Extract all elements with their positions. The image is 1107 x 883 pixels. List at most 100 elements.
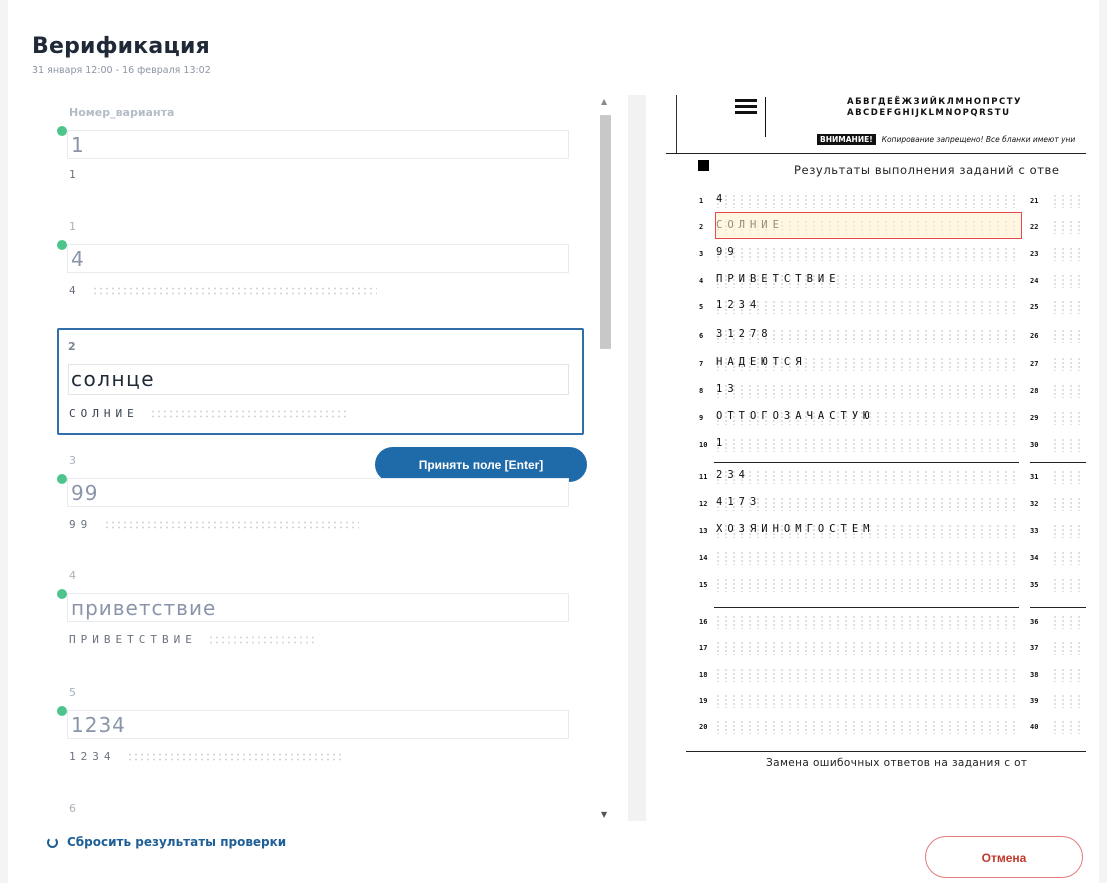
- field-label: 2: [68, 340, 76, 353]
- answer-cells: [1051, 194, 1086, 208]
- row-number: 13: [699, 527, 708, 535]
- answer-cells: [714, 668, 1019, 682]
- row-number: 21: [1030, 197, 1039, 205]
- row-number: 38: [1030, 671, 1039, 679]
- divider: [1030, 607, 1086, 608]
- row-number: 29: [1030, 414, 1039, 422]
- divider: [1030, 462, 1086, 463]
- answer-cells: [1051, 274, 1086, 288]
- window-edge-left: [0, 0, 8, 883]
- field-value-input[interactable]: 1: [67, 130, 569, 159]
- answer-cells: [714, 194, 1019, 208]
- row-number: 32: [1030, 500, 1039, 508]
- row-number: 23: [1030, 250, 1039, 258]
- answer-cells: [714, 551, 1019, 565]
- scroll-thumb[interactable]: [600, 115, 611, 349]
- answer-cells: [714, 470, 1019, 484]
- row-number: 7: [699, 360, 704, 368]
- row-number: 14: [699, 554, 708, 562]
- window-edge-right: [1099, 0, 1107, 883]
- scroll-up-icon[interactable]: ▲: [601, 97, 607, 106]
- fields-scrollbar[interactable]: ▲ ▼: [598, 95, 612, 821]
- answer-cells: [1051, 551, 1086, 565]
- row-number: 10: [699, 441, 708, 449]
- reset-results-link[interactable]: Сбросить результаты проверки: [47, 835, 286, 849]
- answer-cells: [1051, 694, 1086, 708]
- handwriting-cells: [150, 409, 351, 419]
- answer-text: НАДЕЮТСЯ: [716, 356, 807, 368]
- handwriting-crop: 1234: [69, 746, 343, 768]
- answer-cells: [714, 438, 1019, 452]
- row-number: 24: [1030, 277, 1039, 285]
- row-number: 36: [1030, 618, 1039, 626]
- row-number: 18: [699, 671, 708, 679]
- answer-cells: [1051, 615, 1086, 629]
- answer-text: 234: [716, 469, 750, 481]
- answer-cells: [714, 384, 1019, 398]
- row-number: 28: [1030, 387, 1039, 395]
- row-number: 6: [699, 332, 704, 340]
- field-value-input[interactable]: 1234: [67, 710, 569, 739]
- date-range: 31 января 12:00 - 16 февраля 13:02: [32, 65, 211, 76]
- handwriting-text: 99: [69, 518, 93, 531]
- status-dot-icon: [57, 126, 67, 136]
- answer-text: ПРИВЕТСТВИЕ: [716, 273, 841, 285]
- barcode-mark: [735, 99, 757, 102]
- highlighted-row: [715, 212, 1022, 239]
- row-number: 1: [699, 197, 704, 205]
- handwriting-crop: СОЛНИЕ: [69, 404, 351, 424]
- handwriting-cells: [92, 286, 378, 296]
- scroll-down-icon[interactable]: ▼: [601, 810, 607, 819]
- row-number: 2: [699, 223, 704, 231]
- cancel-button[interactable]: Отмена: [925, 836, 1083, 878]
- answer-cells: [1051, 300, 1086, 314]
- answer-text: 1: [716, 437, 728, 449]
- handwriting-text: ПРИВЕТСТВИЕ: [69, 633, 197, 646]
- answer-cells: [1051, 641, 1086, 655]
- field-value-input[interactable]: солнце: [68, 364, 569, 395]
- form-image-viewer: АБВГДЕЁЖЗИЙКЛМНОПРСТУ ABCDEFGHIJKLMNOPQRS…: [628, 95, 1086, 821]
- handwriting-crop: 4: [69, 280, 378, 302]
- handwriting-text: СОЛНИЕ: [69, 407, 139, 420]
- row-number: 33: [1030, 527, 1039, 535]
- row-number: 11: [699, 473, 708, 481]
- field-value-input[interactable]: 99: [67, 478, 569, 507]
- field-2-active-card[interactable]: 2 солнце СОЛНИЕ: [57, 328, 584, 435]
- answer-cells: [1051, 720, 1086, 734]
- row-number: 40: [1030, 723, 1039, 731]
- answer-sheet: АБВГДЕЁЖЗИЙКЛМНОПРСТУ ABCDEFGHIJKLMNOPQRS…: [646, 95, 1086, 821]
- field-6: 6: [57, 802, 587, 818]
- field-label: 5: [69, 686, 76, 699]
- barcode-mark: [735, 111, 757, 114]
- status-dot-icon: [57, 474, 67, 484]
- row-number: 35: [1030, 581, 1039, 589]
- answer-cells: [1051, 578, 1086, 592]
- alphabet-line: ABCDEFGHIJKLMNOPQRSTU: [847, 108, 1011, 118]
- row-number: 39: [1030, 697, 1039, 705]
- answer-cells: [714, 615, 1019, 629]
- answer-cells: [1051, 384, 1086, 398]
- answer-cells: [714, 578, 1019, 592]
- handwriting-cells: [208, 635, 319, 645]
- warning-label: ВНИМАНИЕ!: [817, 134, 876, 145]
- answer-text: 13: [716, 383, 739, 395]
- answer-cells: [714, 641, 1019, 655]
- alphabet-line: АБВГДЕЁЖЗИЙКЛМНОПРСТУ: [847, 97, 1023, 107]
- divider: [714, 607, 1019, 608]
- sheet-footer-title: Замена ошибочных ответов на задания с от: [766, 757, 1028, 769]
- row-number: 8: [699, 387, 704, 395]
- field-value-input[interactable]: 4: [67, 244, 569, 273]
- answer-cells: [1051, 247, 1086, 261]
- field-5: 5 1234 1234: [57, 686, 587, 763]
- answer-cells: [1051, 524, 1086, 538]
- status-dot-icon: [57, 589, 67, 599]
- row-number: 17: [699, 644, 708, 652]
- row-number: 15: [699, 581, 708, 589]
- handwriting-cells: [103, 520, 359, 530]
- row-number: 37: [1030, 644, 1039, 652]
- row-number: 20: [699, 723, 708, 731]
- field-value-input[interactable]: приветствие: [67, 593, 569, 622]
- handwriting-crop: ПРИВЕТСТВИЕ: [69, 629, 319, 651]
- field-label: 3: [69, 454, 76, 467]
- answer-cells: [714, 694, 1019, 708]
